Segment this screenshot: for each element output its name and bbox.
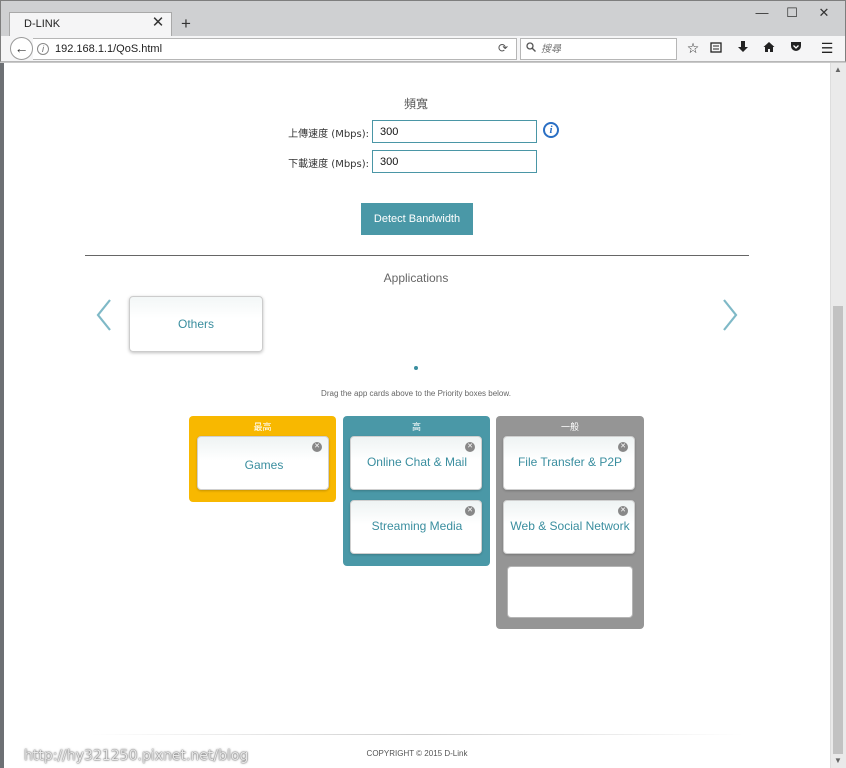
drag-hint: Drag the app cards above to the Priority… [321, 389, 511, 398]
watermark: http://hy321250.pixnet.net/blog [24, 748, 249, 764]
search-icon [526, 42, 536, 55]
app-card-label: Others [177, 317, 214, 331]
priority-box-high[interactable]: 高 Online Chat & Mail ✕ Streaming Media ✕ [343, 416, 490, 566]
search-bar[interactable] [520, 38, 677, 60]
search-input[interactable] [541, 41, 671, 57]
detect-bandwidth-button[interactable]: Detect Bandwidth [361, 203, 473, 235]
close-icon[interactable]: ✕ [312, 442, 322, 452]
app-card-streaming-media[interactable]: Streaming Media ✕ [350, 500, 482, 554]
app-card-others[interactable]: Others [129, 296, 263, 352]
app-card-file-transfer-p2p[interactable]: File Transfer & P2P ✕ [503, 436, 635, 490]
pocket-icon[interactable] [787, 39, 805, 57]
tab-bar: D-LINK ✕ + — ☐ ✕ [0, 0, 846, 38]
close-icon[interactable]: ✕ [465, 506, 475, 516]
info-icon[interactable]: i [37, 43, 49, 55]
vertical-scrollbar[interactable]: ▲ ▼ [830, 63, 846, 768]
app-card-games[interactable]: Games ✕ [197, 436, 329, 490]
close-icon[interactable]: ✕ [618, 442, 628, 452]
back-arrow-icon[interactable]: ← [10, 37, 33, 60]
menu-icon[interactable]: ☰ [818, 39, 836, 57]
empty-priority-slot[interactable] [507, 566, 633, 618]
scroll-down-icon[interactable]: ▼ [834, 756, 842, 765]
bandwidth-title: 頻寬 [403, 97, 428, 111]
priority-title: 一般 [560, 423, 579, 433]
priority-title: 最高 [253, 423, 272, 433]
chevron-right-icon[interactable] [718, 297, 742, 333]
scrollbar-thumb[interactable] [833, 306, 843, 754]
section-divider [85, 255, 749, 256]
upload-speed-input[interactable] [372, 120, 537, 143]
copyright-text: COPYRIGHT © 2015 D-Link [366, 749, 468, 758]
bookmark-star-icon[interactable]: ☆ [684, 39, 702, 57]
upload-speed-label: 上傳速度 (Mbps): [288, 129, 369, 140]
browser-tab[interactable]: D-LINK ✕ [9, 12, 172, 38]
scroll-up-icon[interactable]: ▲ [834, 65, 842, 74]
app-card-web-social-network[interactable]: Web & Social Network ✕ [503, 500, 635, 554]
url-text[interactable]: 192.168.1.1/QoS.html [55, 43, 162, 55]
navigation-bar: ← i 192.168.1.1/QoS.html ⟳ ☆ ☰ [0, 36, 846, 62]
close-icon[interactable]: ✕ [618, 506, 628, 516]
url-bar[interactable]: i 192.168.1.1/QoS.html ⟳ [33, 38, 517, 60]
download-icon[interactable] [734, 39, 752, 57]
applications-title: Applications [383, 271, 449, 285]
priority-box-highest[interactable]: 最高 Games ✕ [189, 416, 336, 502]
page-viewport: 頻寬 上傳速度 (Mbps): i 下載速度 (Mbps): Detect Ba… [4, 63, 830, 768]
reload-icon[interactable]: ⟳ [498, 41, 508, 55]
footer-divider [90, 734, 744, 735]
download-speed-label: 下載速度 (Mbps): [288, 159, 369, 170]
app-card-label: Games [244, 458, 284, 472]
tab-title: D-LINK [24, 18, 61, 30]
close-icon[interactable]: ✕ [465, 442, 475, 452]
priority-box-normal[interactable]: 一般 File Transfer & P2P ✕ Web & Social Ne… [496, 416, 644, 629]
minimize-icon[interactable]: — [747, 3, 777, 23]
app-card-label: File Transfer & P2P [517, 455, 623, 469]
carousel-page-indicator[interactable] [414, 366, 418, 370]
app-card-online-chat-mail[interactable]: Online Chat & Mail ✕ [350, 436, 482, 490]
maximize-icon[interactable]: ☐ [777, 3, 807, 23]
help-info-icon[interactable]: i [543, 122, 559, 138]
window-close-icon[interactable]: ✕ [809, 3, 839, 23]
app-card-label: Web & Social Network [510, 519, 630, 533]
close-tab-icon[interactable]: ✕ [151, 15, 165, 30]
new-tab-icon[interactable]: + [178, 14, 194, 34]
chevron-left-icon[interactable] [92, 297, 116, 333]
app-card-label: Streaming Media [371, 519, 463, 533]
priority-title: 高 [411, 423, 421, 433]
home-icon[interactable] [760, 39, 778, 57]
download-speed-input[interactable] [372, 150, 537, 173]
app-card-label: Online Chat & Mail [366, 455, 468, 469]
reading-list-icon[interactable] [707, 39, 725, 57]
